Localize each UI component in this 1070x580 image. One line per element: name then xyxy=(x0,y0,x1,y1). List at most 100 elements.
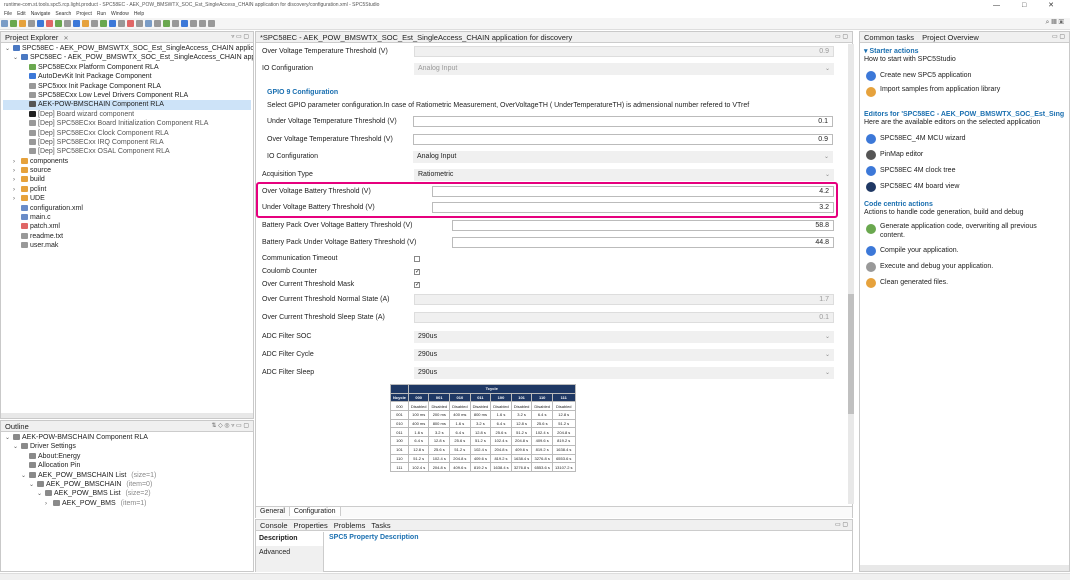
tree-item[interactable]: SPC58ECxx Platform Component RLA xyxy=(3,63,251,72)
view-menu-icon[interactable]: ▿ ▭ ▢ xyxy=(231,33,249,40)
tab-configuration[interactable]: Configuration xyxy=(289,507,341,516)
editor-window-controls[interactable]: ▭ ▢ xyxy=(835,33,848,40)
ocn-field[interactable]: 1.7 xyxy=(414,294,834,305)
menu-help[interactable]: Help xyxy=(134,11,144,17)
toolbar-button-icon[interactable] xyxy=(118,20,125,27)
uvb-field[interactable]: 3.2 xyxy=(432,202,834,213)
bottom-panel-controls[interactable]: ▭ ▢ xyxy=(835,521,848,528)
toolbar-button-icon[interactable] xyxy=(37,20,44,27)
tree-item[interactable]: [Dep] SPC58ECxx IRQ Component RLA xyxy=(3,138,251,147)
tree-item[interactable]: readme.txt xyxy=(3,232,251,241)
tab-tasks[interactable]: Tasks xyxy=(371,521,390,530)
outline-item[interactable]: ⌄ AEK_POW_BMSCHAIN (item=0) xyxy=(3,480,251,489)
tree-item[interactable]: configuration.xml xyxy=(3,204,251,213)
toolbar-button-icon[interactable] xyxy=(172,20,179,27)
toolbar-button-icon[interactable] xyxy=(100,20,107,27)
toolbar-button-icon[interactable] xyxy=(163,20,170,27)
outline-item[interactable]: Allocation Pin xyxy=(3,461,251,470)
outline-item[interactable]: › AEK_POW_BMS (item=1) xyxy=(3,499,251,508)
toolbar-button-icon[interactable] xyxy=(91,20,98,27)
task-link[interactable]: Execute and debug your application. xyxy=(862,259,1066,275)
tab-common-tasks[interactable]: Common tasks xyxy=(864,33,914,42)
close-icon[interactable]: ✕ xyxy=(63,36,68,42)
adc-soc-select[interactable]: 290us ⌄ xyxy=(414,331,834,343)
right-panel-controls[interactable]: ▭ ▢ xyxy=(1052,33,1065,40)
adc-cycle-select[interactable]: 290us ⌄ xyxy=(414,349,834,361)
tree-item[interactable]: user.mak xyxy=(3,241,251,250)
outline-tab[interactable]: Outline ⇅ ◇ ◎ ▿ ▭ ▢ xyxy=(1,421,253,432)
tree-item[interactable]: [Dep] Board wizard component xyxy=(3,110,251,119)
task-link[interactable]: SPC58EC_4M MCU wizard xyxy=(862,131,1066,147)
tree-item[interactable]: ⌄ SPC58EC - AEK_POW_BMSWTX_SOC_Est_Single… xyxy=(3,53,253,62)
adc-sleep-select[interactable]: 290us ⌄ xyxy=(414,367,834,379)
tab-problems[interactable]: Problems xyxy=(334,521,366,530)
toolbar-button-icon[interactable] xyxy=(28,20,35,27)
toolbar-button-icon[interactable] xyxy=(64,20,71,27)
tree-item[interactable]: AutoDevKit Init Package Component xyxy=(3,72,251,81)
outline-item[interactable]: ⌄ Driver Settings xyxy=(3,442,251,451)
tree-item[interactable]: › UDE xyxy=(3,194,251,203)
side-tab-description[interactable]: Description xyxy=(256,532,323,546)
menu-run[interactable]: Run xyxy=(97,11,106,17)
outline-item[interactable]: About:Energy xyxy=(3,452,251,461)
task-link[interactable]: PinMap editor xyxy=(862,147,1066,163)
project-explorer-tab[interactable]: Project Explorer ✕ ▿ ▭ ▢ xyxy=(1,32,253,43)
tree-item[interactable]: [Dep] SPC58ECxx Clock Component RLA xyxy=(3,129,251,138)
tree-item[interactable]: › source xyxy=(3,166,251,175)
task-link[interactable]: Generate application code, overwriting a… xyxy=(862,221,1066,243)
tree-item[interactable]: › pclint xyxy=(3,185,251,194)
menu-search[interactable]: Search xyxy=(55,11,71,17)
toolbar-button-icon[interactable] xyxy=(1,20,8,27)
task-link[interactable]: SPC58EC 4M board view xyxy=(862,179,1066,195)
horizontal-scrollbar[interactable] xyxy=(1,413,253,418)
task-link[interactable]: Compile your application. xyxy=(862,243,1066,259)
outline-toolbar-icons[interactable]: ⇅ ◇ ◎ ▿ ▭ ▢ xyxy=(211,422,249,429)
toolbar-button-icon[interactable] xyxy=(73,20,80,27)
menu-file[interactable]: File xyxy=(4,11,12,17)
tree-item[interactable]: SPC58ECxx Low Level Drivers Component RL… xyxy=(3,91,251,100)
bpov-field[interactable]: 58.8 xyxy=(452,220,834,231)
perspective-icons[interactable]: ⌕ ▦ ▣ xyxy=(1046,19,1064,27)
window-controls[interactable]: — □ ✕ xyxy=(993,1,1064,9)
tree-item[interactable]: › components xyxy=(3,157,251,166)
task-link[interactable]: Create new SPC5 application xyxy=(862,68,1066,84)
tab-general[interactable]: General xyxy=(256,507,290,516)
io-select[interactable]: Analog Input ⌄ xyxy=(413,151,833,163)
toolbar-button-icon[interactable] xyxy=(154,20,161,27)
comm-checkbox[interactable] xyxy=(414,256,420,262)
uvt-field[interactable]: 0.1 xyxy=(413,116,833,127)
tree-item[interactable]: [Dep] SPC58ECxx OSAL Component RLA xyxy=(3,147,251,156)
ocm-checkbox[interactable]: ✓ xyxy=(414,282,420,288)
outline-item[interactable]: ⌄ AEK_POW_BMS List (size=2) xyxy=(3,489,251,498)
editor-tab[interactable]: *SPC58EC - AEK_POW_BMSWTX_SOC_Est_Single… xyxy=(256,32,852,43)
menu-window[interactable]: Window xyxy=(111,11,129,17)
toolbar-button-icon[interactable] xyxy=(10,20,17,27)
toolbar-button-icon[interactable] xyxy=(109,20,116,27)
task-link[interactable]: Import samples from application library xyxy=(862,84,1066,106)
ovt-field[interactable]: 0.9 xyxy=(413,134,833,145)
outline-item[interactable]: ⌄ AEK-POW-BMSCHAIN Component RLA xyxy=(3,433,251,442)
expand-arrow-icon[interactable]: › xyxy=(45,500,53,509)
task-link[interactable]: Clean generated files. xyxy=(862,275,1066,291)
toolbar-button-icon[interactable] xyxy=(127,20,134,27)
tree-item[interactable]: patch.xml xyxy=(3,222,251,231)
toolbar-button-icon[interactable] xyxy=(46,20,53,27)
side-tab-advanced[interactable]: Advanced xyxy=(256,546,323,560)
editor-scroll-thumb[interactable] xyxy=(848,294,854,414)
toolbar-button-icon[interactable] xyxy=(199,20,206,27)
tree-item[interactable]: main.c xyxy=(3,213,251,222)
ovb-field[interactable]: 4.2 xyxy=(432,186,834,197)
editor-vertical-scrollbar[interactable] xyxy=(848,44,854,504)
tree-item[interactable]: [Dep] SPC58ECxx Board Initialization Com… xyxy=(3,119,251,128)
tab-project-overview[interactable]: Project Overview xyxy=(922,33,979,42)
ovt-field-top[interactable]: 0.9 xyxy=(414,46,834,57)
tree-item[interactable]: ⌄ SPC58EC - AEK_POW_BMSWTX_SOC_Est_Single… xyxy=(3,44,253,53)
toolbar-button-icon[interactable] xyxy=(19,20,26,27)
bpuv-field[interactable]: 44.8 xyxy=(452,237,834,248)
menu-edit[interactable]: Edit xyxy=(17,11,26,17)
io-select-top[interactable]: Analog Input ⌄ xyxy=(414,63,834,75)
right-horizontal-scrollbar[interactable] xyxy=(860,565,1069,571)
tree-item[interactable]: AEK-POW-BMSCHAIN Component RLA xyxy=(3,100,251,110)
menu-project[interactable]: Project xyxy=(76,11,92,17)
toolbar-button-icon[interactable] xyxy=(145,20,152,27)
